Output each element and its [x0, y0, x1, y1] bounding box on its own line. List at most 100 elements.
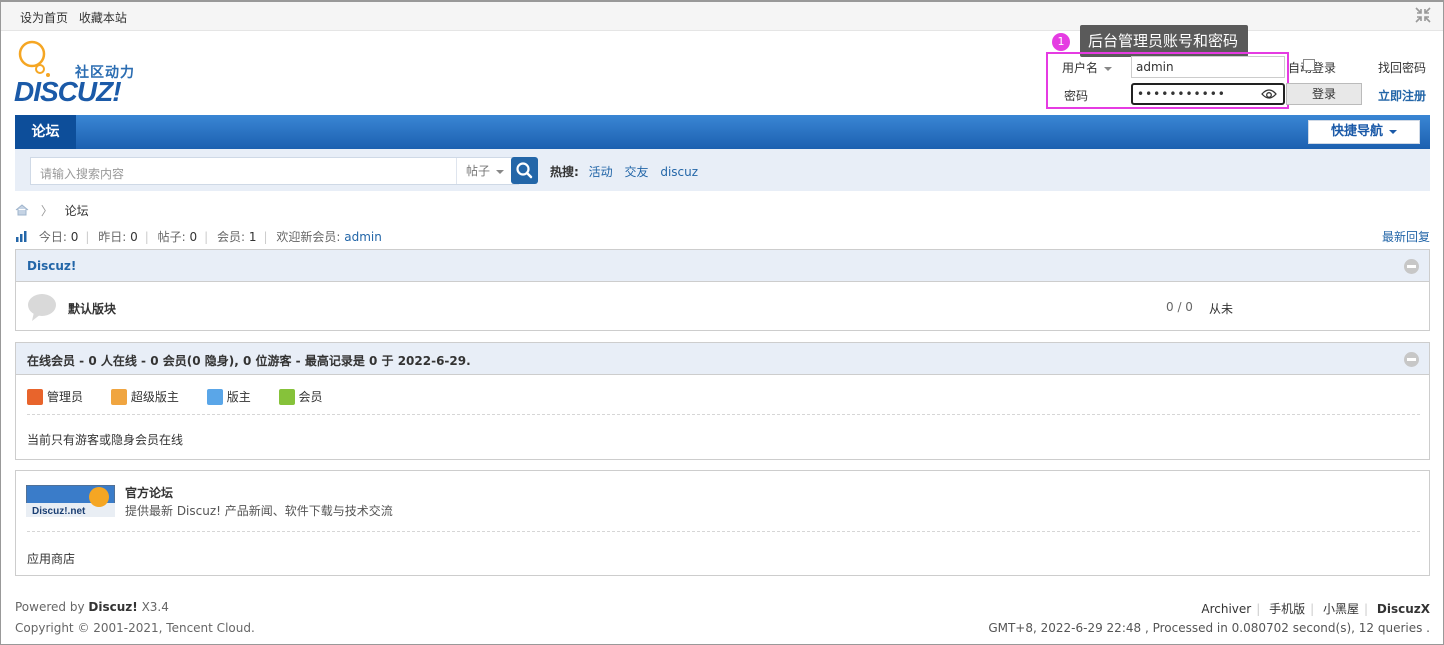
search-type-label: 帖子: [466, 164, 491, 178]
powered-brand-link[interactable]: Discuz!: [88, 600, 137, 614]
nav-tab-forum[interactable]: 论坛: [15, 115, 76, 149]
members-count: 1: [248, 230, 257, 244]
forum-category: Discuz! 默认版块 0 / 0 从未: [15, 249, 1430, 331]
search-input[interactable]: 请输入搜索内容 帖子: [30, 157, 519, 185]
legend-label: 超级版主: [130, 390, 179, 404]
home-icon[interactable]: [15, 204, 29, 216]
welcome-label: 欢迎新会员:: [276, 230, 341, 244]
checkbox-icon: [1303, 59, 1315, 71]
login-form-highlight: 用户名 admin 密码 •••••••••••: [1046, 52, 1289, 109]
collapse-arrows-icon[interactable]: [1415, 7, 1431, 23]
stats-chart-icon: [16, 231, 27, 242]
legend-item: 超级版主: [110, 389, 179, 405]
footer-links: Archiver | 手机版 | 小黑屋 | DiscuzX: [1201, 602, 1430, 616]
discuzx-link[interactable]: DiscuzX: [1377, 602, 1430, 616]
site-logo[interactable]: 社区动力 DISCUZ!: [14, 40, 154, 110]
discuz-net-logo[interactable]: Discuz!.net: [26, 485, 115, 517]
today-label: 今日:: [38, 230, 67, 244]
legend-label: 管理员: [47, 390, 84, 404]
powered-prefix: Powered by: [15, 600, 85, 614]
search-button[interactable]: [511, 157, 538, 184]
legend-label: 会员: [298, 390, 323, 404]
forum-last-post: 从未: [1209, 302, 1234, 316]
login-button[interactable]: 登录: [1286, 83, 1362, 105]
register-link[interactable]: 立即注册: [1378, 87, 1426, 104]
show-password-eye-icon[interactable]: [1261, 88, 1277, 100]
username-label: 用户名: [1062, 61, 1099, 75]
archiver-link[interactable]: Archiver: [1201, 602, 1251, 616]
divider: [27, 531, 1420, 532]
forum-stats: 今日: 0 | 昨日: 0 | 帖子: 0 | 会员: 1 | 欢迎新会员: admin: [15, 228, 382, 245]
quick-nav-button[interactable]: 快捷导航: [1308, 120, 1420, 144]
powered-by: Powered by Discuz! X3.4: [15, 600, 169, 614]
annotation-number-badge: 1: [1052, 33, 1070, 51]
chevron-down-icon: [1389, 129, 1397, 134]
legend-item: 版主: [206, 389, 251, 405]
yesterday-count: 0: [130, 230, 138, 244]
auto-login-checkbox[interactable]: 自动登录: [1288, 59, 1336, 76]
category-title[interactable]: Discuz!: [27, 259, 76, 273]
posts-label: 帖子:: [157, 230, 186, 244]
forum-name[interactable]: 默认版块: [68, 300, 116, 317]
password-mask: •••••••••••: [1137, 87, 1226, 101]
hot-search-link[interactable]: discuz: [660, 165, 698, 179]
password-input[interactable]: •••••••••••: [1131, 83, 1285, 105]
member-legend: 管理员 超级版主 版主 会员: [27, 388, 347, 405]
appstore-link[interactable]: 应用商店: [27, 550, 75, 567]
username-input[interactable]: admin: [1131, 56, 1285, 78]
friend-links: Discuz!.net 官方论坛 提供最新 Discuz! 产品新闻、软件下载与…: [15, 470, 1430, 576]
online-members: 在线会员 - 0 人在线 - 0 会员(0 隐身), 0 位游客 - 最高记录是…: [15, 342, 1430, 460]
today-count: 0: [70, 230, 79, 244]
legend-item: 管理员: [27, 389, 84, 405]
legend-item: 会员: [278, 389, 323, 405]
yesterday-label: 昨日:: [98, 230, 127, 244]
forum-counts: 0 / 0: [1166, 300, 1193, 314]
legend-label: 版主: [226, 390, 251, 404]
hot-search-link[interactable]: 活动: [589, 165, 613, 179]
hot-search-link[interactable]: 交友: [624, 165, 648, 179]
link-title[interactable]: 官方论坛: [125, 484, 173, 501]
search-type-select[interactable]: 帖子: [456, 158, 518, 184]
latest-replies-link[interactable]: 最新回复: [1382, 228, 1430, 245]
chevron-down-icon: [1104, 66, 1113, 71]
search-bar: 请输入搜索内容 帖子 热搜: 活动 交友 discuz: [15, 149, 1430, 191]
mobile-link[interactable]: 手机版: [1269, 602, 1305, 616]
moderator-user-icon: [206, 389, 223, 405]
breadcrumb-current: 论坛: [64, 204, 89, 218]
server-status: GMT+8, 2022-6-29 22:48 , Processed in 0.…: [988, 621, 1430, 635]
quick-nav-label: 快捷导航: [1330, 124, 1383, 139]
password-label: 密码: [1064, 89, 1089, 103]
collapse-icon[interactable]: [1404, 259, 1419, 274]
hot-search-label: 热搜:: [550, 165, 579, 179]
blacklist-link[interactable]: 小黑屋: [1323, 602, 1359, 616]
main-nav: 论坛 快捷导航: [15, 115, 1430, 149]
logo-text: Discuz!.net: [32, 506, 86, 517]
bookmark-link[interactable]: 收藏本站: [79, 11, 127, 25]
online-note: 当前只有游客或隐身会员在线: [27, 433, 184, 447]
forum-row: 默认版块 0 / 0 从未: [16, 282, 1429, 332]
find-password-link[interactable]: 找回密码: [1378, 59, 1426, 76]
hot-search: 热搜: 活动 交友 discuz: [550, 163, 706, 180]
posts-count: 0: [189, 230, 198, 244]
search-placeholder: 请输入搜索内容: [40, 167, 125, 181]
logo-wordmark: DISCUZ!: [14, 76, 122, 107]
search-icon: [516, 162, 533, 179]
admin-user-icon: [27, 389, 43, 405]
copyright: Copyright © 2001-2021, Tencent Cloud.: [15, 621, 255, 635]
logo-bulb-icon: [18, 40, 50, 77]
super-moderator-user-icon: [110, 389, 127, 405]
username-type-select[interactable]: 用户名: [1062, 59, 1113, 76]
breadcrumb-separator: 〉: [40, 204, 53, 218]
link-description: 提供最新 Discuz! 产品新闻、软件下载与技术交流: [125, 504, 393, 518]
members-label: 会员:: [217, 230, 246, 244]
member-user-icon: [278, 389, 295, 405]
version: X3.4: [141, 600, 169, 614]
chevron-down-icon: [496, 169, 505, 174]
online-title: 在线会员 - 0 人在线 - 0 会员(0 隐身), 0 位游客 - 最高记录是…: [27, 354, 471, 368]
new-member-link[interactable]: admin: [344, 230, 382, 244]
set-homepage-link[interactable]: 设为首页: [20, 11, 68, 25]
divider: [27, 414, 1420, 415]
collapse-icon[interactable]: [1404, 352, 1419, 367]
breadcrumb: 〉 论坛: [15, 202, 89, 219]
forum-bubble-icon: [28, 294, 56, 321]
